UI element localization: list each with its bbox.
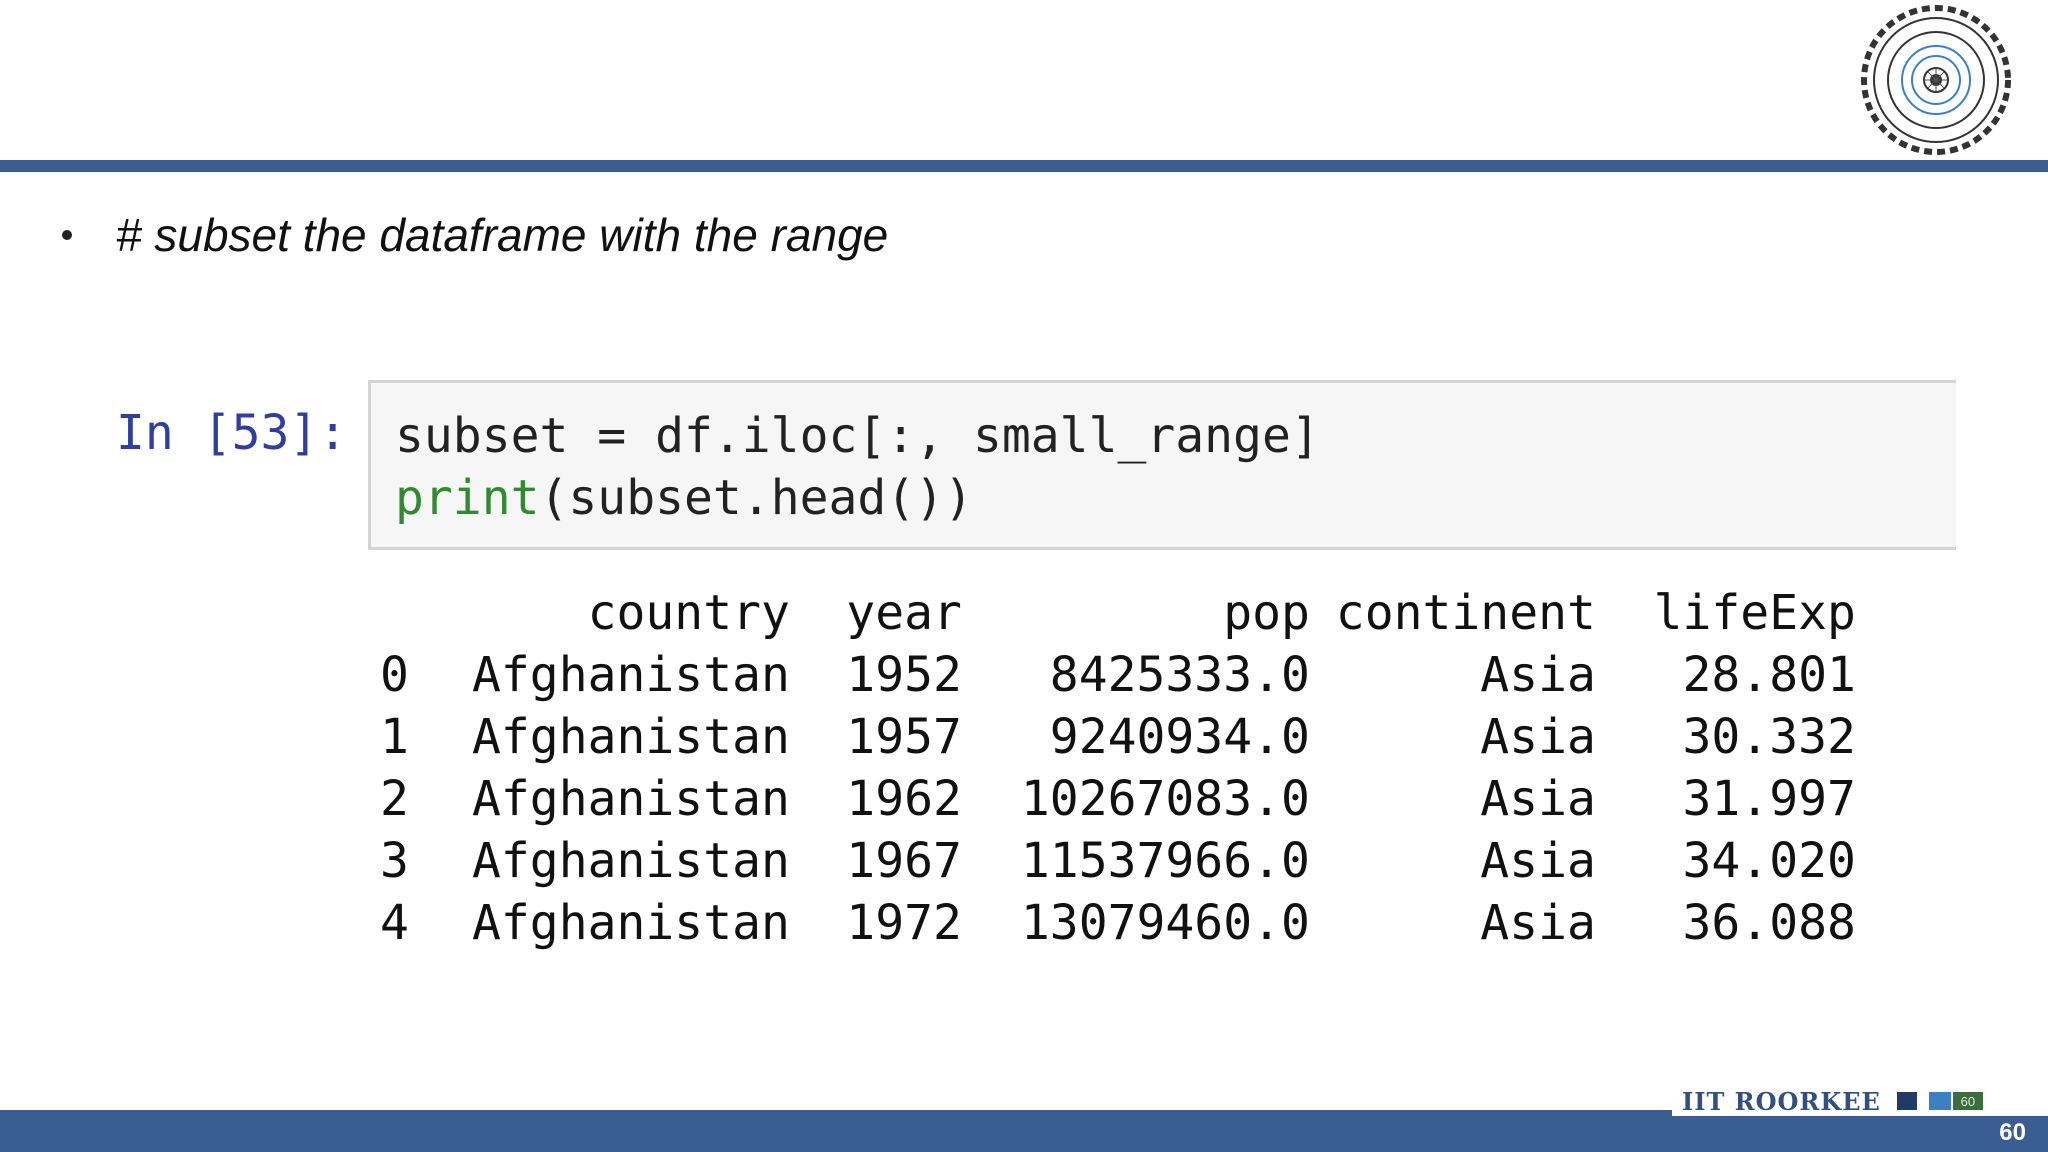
output-row: 0 Afghanistan 1952 8425333.0 Asia 28.801 [380, 644, 1856, 706]
bullet-dot-icon [62, 230, 72, 240]
cell-lifeexp: 34.020 [1682, 833, 1856, 889]
output-row: 4 Afghanistan 1972 13079460.0 Asia 36.08… [380, 892, 1856, 954]
cell-pop: 13079460.0 [1020, 895, 1310, 951]
bullet-text: # subset the dataframe with the range [116, 209, 889, 261]
output-row: 2 Afghanistan 1962 10267083.0 Asia 31.99… [380, 768, 1856, 830]
code-line-1: subset = df.iloc[:, small_range] [395, 408, 1320, 464]
cell-lifeexp: 28.801 [1682, 647, 1856, 703]
cell-year: 1967 [846, 833, 962, 889]
cell-pop: 11537966.0 [1020, 833, 1310, 889]
cell-continent: Asia [1480, 771, 1596, 827]
code-keyword-print: print [395, 470, 540, 526]
footer-mini-number: 60 [1952, 1092, 1983, 1110]
footer-square-icon [1928, 1092, 1951, 1110]
cell-country: Afghanistan [472, 647, 790, 703]
cell-continent: Asia [1480, 647, 1596, 703]
page-number: 60 [1999, 1119, 2026, 1146]
cell-index: 1 [380, 709, 409, 765]
bullet-item: # subset the dataframe with the range [62, 205, 888, 265]
cell-continent: Asia [1480, 833, 1596, 889]
cell-lifeexp: 31.997 [1682, 771, 1856, 827]
cell-country: Afghanistan [472, 709, 790, 765]
cell-index: 0 [380, 647, 409, 703]
iit-roorkee-logo [1832, 0, 2040, 160]
footer-brand-text: IIT ROORKEE [1682, 1086, 1881, 1116]
cell-year: 1952 [846, 647, 962, 703]
cell-pop: 10267083.0 [1020, 771, 1310, 827]
cell-output: country year pop continent lifeExp 0 Afg… [380, 582, 1856, 954]
cell-year: 1962 [846, 771, 962, 827]
header-year: year [846, 585, 962, 641]
cell-index: 4 [380, 895, 409, 951]
header-index [380, 582, 472, 644]
footer-band [0, 1110, 2048, 1152]
header-lifeexp: lifeExp [1653, 585, 1856, 641]
code-line-2: print(subset.head()) [395, 470, 973, 526]
cell-lifeexp: 30.332 [1682, 709, 1856, 765]
output-table: country year pop continent lifeExp 0 Afg… [380, 582, 1856, 954]
cell-country: Afghanistan [472, 895, 790, 951]
output-row: 3 Afghanistan 1967 11537966.0 Asia 34.02… [380, 830, 1856, 892]
cell-year: 1972 [846, 895, 962, 951]
header-country: country [587, 585, 790, 641]
footer-square-icon [1896, 1092, 1917, 1110]
header-pop: pop [1223, 585, 1310, 641]
cell-country: Afghanistan [472, 833, 790, 889]
code-cell[interactable]: subset = df.iloc[:, small_range] print(s… [368, 380, 1956, 550]
code-line-2-rest: (subset.head()) [539, 470, 973, 526]
footer-brand: IIT ROORKEE 60 [1672, 1086, 2048, 1116]
cell-continent: Asia [1480, 709, 1596, 765]
output-row: 1 Afghanistan 1957 9240934.0 Asia 30.332 [380, 706, 1856, 768]
cell-index: 2 [380, 771, 409, 827]
cell-continent: Asia [1480, 895, 1596, 951]
header-continent: continent [1335, 585, 1596, 641]
emblem-icon [1861, 5, 2011, 155]
cell-pop: 9240934.0 [1049, 709, 1310, 765]
cell-pop: 8425333.0 [1049, 647, 1310, 703]
cell-country: Afghanistan [472, 771, 790, 827]
cell-year: 1957 [846, 709, 962, 765]
header-band [0, 160, 2048, 172]
cell-index: 3 [380, 833, 409, 889]
cell-lifeexp: 36.088 [1682, 895, 1856, 951]
cell-prompt: In [53]: [116, 405, 348, 461]
output-header-row: country year pop continent lifeExp [380, 582, 1856, 644]
